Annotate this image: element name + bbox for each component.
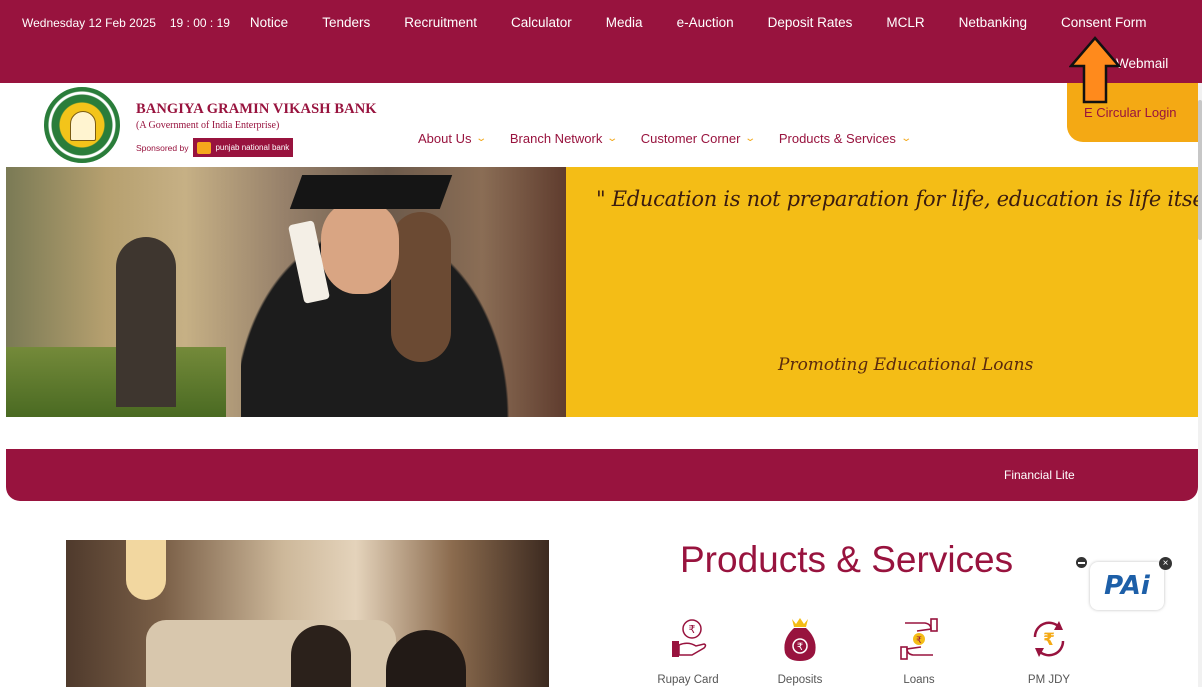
sponsored-by-label: Sponsored by — [136, 142, 189, 153]
loans-hands-icon: ₹ — [900, 618, 938, 660]
service-pm-jdy[interactable]: ₹ PM JDY — [999, 615, 1099, 686]
photo-child — [291, 625, 351, 687]
minimize-icon[interactable] — [1076, 557, 1087, 568]
site-header: BANGIYA GRAMIN VIKASH BANK (A Government… — [0, 83, 1202, 168]
photo-sofa — [146, 620, 396, 687]
pnb-name: punjab national bank — [215, 143, 290, 152]
pai-chatbot-button[interactable]: PAi — [1090, 562, 1164, 610]
photo-cap — [289, 175, 453, 209]
date-display: Wednesday 12 Feb 2025 — [22, 15, 156, 30]
svg-text:₹: ₹ — [689, 623, 696, 636]
link-deposit-rates[interactable]: Deposit Rates — [768, 15, 853, 30]
pnb-mark-icon — [197, 141, 212, 154]
photo-man — [386, 630, 466, 687]
photo-hair — [391, 212, 451, 362]
up-arrow-icon — [1069, 36, 1121, 104]
bank-name: BANGIYA GRAMIN VIKASH BANK — [136, 101, 377, 117]
bank-subtitle: (A Government of India Enterprise) — [136, 120, 280, 131]
top-bar: Wednesday 12 Feb 2025 19 : 00 : 19 Notic… — [0, 0, 1202, 83]
hero-tagline: Promoting Educational Loans — [778, 355, 1034, 375]
bank-logo[interactable] — [44, 87, 120, 163]
products-services-title: Products & Services — [680, 539, 1014, 580]
link-consent-form[interactable]: Consent Form — [1061, 15, 1147, 30]
close-icon[interactable]: × — [1159, 557, 1172, 570]
ticker-text: Financial Lite — [1004, 468, 1075, 482]
rupay-card-label: Rupay Card — [657, 674, 719, 686]
deposits-label: Deposits — [777, 674, 823, 686]
hero-quote: " Education is not preparation for life,… — [596, 187, 1202, 211]
nav-about-us[interactable]: About Us ⌄ — [418, 131, 488, 146]
link-netbanking[interactable]: Netbanking — [959, 15, 1027, 30]
pm-jdy-label: PM JDY — [1027, 674, 1071, 686]
link-media[interactable]: Media — [606, 15, 643, 30]
nav-customer-corner-label: Customer Corner — [640, 131, 741, 146]
pai-label: PAi — [1104, 571, 1150, 601]
clock-display: 19 : 00 : 19 — [169, 15, 230, 30]
top-nav: Wednesday 12 Feb 2025 19 : 00 : 19 Notic… — [22, 15, 1181, 30]
pnb-logo: punjab national bank — [193, 138, 294, 157]
link-notice[interactable]: Notice — [250, 15, 288, 30]
link-recruitment[interactable]: Recruitment — [404, 15, 477, 30]
hero-banner[interactable]: " Education is not preparation for life,… — [6, 167, 1202, 417]
chevron-down-icon: ⌄ — [744, 133, 757, 144]
photo-background-person — [116, 237, 176, 407]
svg-text:₹: ₹ — [1043, 630, 1055, 650]
link-mclr[interactable]: MCLR — [886, 15, 924, 30]
chevron-down-icon: ⌄ — [475, 133, 488, 144]
hero-quote-panel: " Education is not preparation for life,… — [566, 167, 1202, 417]
nav-products-services-label: Products & Services — [778, 131, 896, 146]
nav-customer-corner[interactable]: Customer Corner ⌄ — [640, 131, 757, 146]
news-ticker[interactable]: Financial Lite — [6, 449, 1198, 501]
rupee-cycle-icon: ₹ — [1033, 621, 1065, 657]
link-e-auction[interactable]: e-Auction — [677, 15, 734, 30]
photo-face — [321, 202, 399, 294]
svg-text:₹: ₹ — [797, 642, 803, 653]
nav-about-us-label: About Us — [418, 131, 472, 146]
sponsor-line: Sponsored by punjab national bank — [136, 138, 294, 157]
link-calculator[interactable]: Calculator — [511, 15, 572, 30]
link-tenders[interactable]: Tenders — [322, 15, 370, 30]
svg-text:₹: ₹ — [916, 636, 922, 646]
nav-branch-network-label: Branch Network — [509, 131, 603, 146]
loans-label: Loans — [903, 674, 935, 686]
rupay-card-icon: ₹ — [672, 619, 707, 657]
nav-branch-network[interactable]: Branch Network ⌄ — [509, 131, 619, 146]
page: Wednesday 12 Feb 2025 19 : 00 : 19 Notic… — [0, 0, 1202, 687]
service-rupay-card[interactable]: ₹ Rupay Card — [638, 615, 738, 686]
money-bag-icon: ₹ — [784, 618, 816, 661]
nav-products-services[interactable]: Products & Services ⌄ — [778, 131, 912, 146]
photo-lamp — [126, 540, 166, 600]
graduate-photo — [6, 167, 566, 417]
family-photo — [66, 540, 549, 687]
link-webmail[interactable]: Webmail — [1116, 56, 1168, 71]
logo-building-icon — [70, 111, 96, 141]
chevron-down-icon: ⌄ — [900, 133, 912, 144]
chevron-down-icon: ⌄ — [606, 133, 619, 144]
service-deposits[interactable]: ₹ Deposits — [750, 615, 850, 686]
e-circular-login-label: E Circular Login — [1084, 105, 1177, 120]
scrollbar-thumb[interactable] — [1198, 100, 1202, 240]
service-loans[interactable]: ₹ Loans — [869, 615, 969, 686]
main-nav: About Us ⌄ Branch Network ⌄ Customer Corne… — [418, 131, 934, 146]
